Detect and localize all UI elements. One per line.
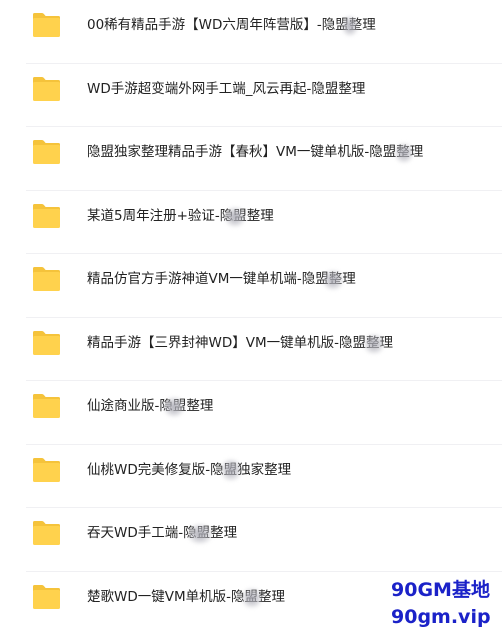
file-name: 精品仿官方手游神道VM一键单机端-隐盟整理: [87, 271, 356, 287]
file-name: 仙桃WD完美修复版-隐盟独家整理: [87, 461, 292, 478]
folder-icon: [31, 139, 62, 165]
watermark-url: 90gm.vip: [391, 606, 491, 628]
redaction-blur: [395, 143, 413, 163]
redaction-blur: [164, 397, 184, 417]
file-list: 00稀有精品手游【WD六周年阵营版】-隐盟整理 WD手游超变端外网手工端_风云再…: [0, 0, 502, 639]
list-item[interactable]: 隐盟独家整理精品手游【春秋】VM一键单机版-隐盟整理: [0, 127, 502, 191]
file-name: WD手游超变端外网手工端_风云再起-隐盟整理: [87, 80, 366, 97]
folder-icon: [31, 330, 62, 356]
file-name: 仙途商业版-隐盟整理: [87, 398, 214, 414]
redaction-blur: [364, 333, 384, 354]
list-item[interactable]: 仙桃WD完美修复版-隐盟独家整理: [0, 445, 502, 508]
folder-icon: [31, 457, 62, 483]
watermark-title: 90GM基地: [391, 579, 490, 601]
redaction-blur: [242, 587, 262, 608]
list-item[interactable]: 吞天WD手工端-隐盟整理: [0, 508, 502, 572]
redaction-blur: [342, 16, 358, 36]
list-item[interactable]: WD手游超变端外网手工端_风云再起-隐盟整理: [0, 64, 502, 127]
folder-icon: [31, 266, 62, 292]
folder-icon: [31, 393, 62, 419]
file-name: 某道5周年注册+验证-隐盟整理: [87, 207, 274, 224]
file-name: 吞天WD手工端-隐盟整理: [87, 525, 238, 541]
file-name: 00稀有精品手游【WD六周年阵营版】-隐盟整理: [87, 17, 376, 33]
list-item[interactable]: 某道5周年注册+验证-隐盟整理: [0, 191, 502, 254]
redaction-blur: [221, 458, 241, 481]
redaction-blur: [323, 270, 343, 290]
folder-icon: [31, 76, 62, 102]
folder-icon: [31, 520, 62, 546]
file-name: 隐盟独家整理精品手游【春秋】VM一键单机版-隐盟整理: [87, 144, 424, 160]
redaction-blur: [225, 206, 245, 227]
folder-icon: [31, 12, 62, 38]
redaction-blur: [188, 524, 212, 544]
list-item[interactable]: 精品手游【三界封神WD】VM一键单机版-隐盟整理: [0, 318, 502, 381]
file-name: 精品手游【三界封神WD】VM一键单机版-隐盟整理: [87, 334, 393, 351]
folder-icon: [31, 203, 62, 229]
watermark: 90GM基地 90gm.vip: [391, 577, 491, 631]
list-item[interactable]: 仙途商业版-隐盟整理: [0, 381, 502, 445]
list-item[interactable]: 00稀有精品手游【WD六周年阵营版】-隐盟整理: [0, 0, 502, 64]
folder-icon: [31, 584, 62, 610]
list-item[interactable]: 精品仿官方手游神道VM一键单机端-隐盟整理: [0, 254, 502, 318]
